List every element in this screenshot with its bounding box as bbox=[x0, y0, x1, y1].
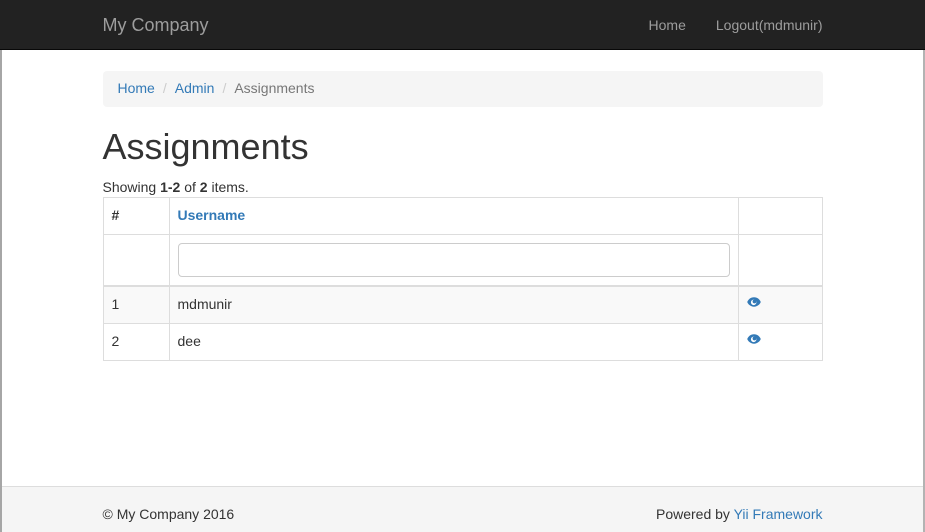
breadcrumb-admin-link[interactable]: Admin bbox=[175, 80, 215, 96]
column-header-actions bbox=[738, 197, 822, 234]
summary-of: of bbox=[180, 179, 199, 195]
powered-by-label: Powered by bbox=[656, 506, 734, 522]
footer: © My Company 2016 Powered by Yii Framewo… bbox=[0, 486, 925, 532]
row-username-cell: mdmunir bbox=[169, 286, 738, 323]
username-sort-link[interactable]: Username bbox=[178, 207, 246, 223]
navbar-nav: Home Logout(mdmunir) bbox=[634, 0, 823, 49]
table-row: 1 mdmunir bbox=[103, 286, 822, 323]
view-button[interactable] bbox=[747, 295, 761, 309]
yii-framework-link[interactable]: Yii Framework bbox=[734, 506, 823, 522]
row-actions-cell bbox=[738, 323, 822, 360]
table-filter-row bbox=[103, 234, 822, 286]
row-username-cell: dee bbox=[169, 323, 738, 360]
nav-home-link[interactable]: Home bbox=[634, 0, 701, 49]
breadcrumb-separator: / bbox=[214, 79, 234, 99]
breadcrumb: Home / Admin / Assignments bbox=[103, 71, 823, 107]
nav-logout-link[interactable]: Logout(mdmunir) bbox=[701, 0, 823, 49]
row-number-cell: 2 bbox=[103, 323, 169, 360]
summary-text: Showing 1-2 of 2 items. bbox=[103, 177, 823, 197]
eye-icon bbox=[747, 332, 761, 346]
summary-total: 2 bbox=[200, 179, 208, 195]
copyright-text: © My Company 2016 bbox=[103, 504, 235, 524]
main-content: Home / Admin / Assignments Assignments S… bbox=[0, 50, 925, 486]
breadcrumb-separator: / bbox=[155, 79, 175, 99]
row-actions-cell bbox=[738, 286, 822, 323]
view-button[interactable] bbox=[747, 332, 761, 346]
row-number-cell: 1 bbox=[103, 286, 169, 323]
summary-suffix: items. bbox=[208, 179, 249, 195]
summary-range: 1-2 bbox=[160, 179, 180, 195]
page-title: Assignments bbox=[103, 127, 823, 167]
table-row: 2 dee bbox=[103, 323, 822, 360]
filter-cell-username bbox=[169, 234, 738, 286]
filter-cell-empty bbox=[103, 234, 169, 286]
eye-icon bbox=[747, 295, 761, 309]
table-header-row: # Username bbox=[103, 197, 822, 234]
brand-link[interactable]: My Company bbox=[103, 0, 224, 49]
navbar: My Company Home Logout(mdmunir) bbox=[0, 0, 925, 50]
column-header-username: Username bbox=[169, 197, 738, 234]
powered-by-text: Powered by Yii Framework bbox=[656, 504, 823, 524]
username-filter-input[interactable] bbox=[178, 243, 730, 277]
assignments-table: # Username 1 mdmunir bbox=[103, 197, 823, 361]
column-header-number: # bbox=[103, 197, 169, 234]
filter-cell-empty bbox=[738, 234, 822, 286]
breadcrumb-current: Assignments bbox=[234, 79, 314, 99]
summary-prefix: Showing bbox=[103, 179, 161, 195]
breadcrumb-home-link[interactable]: Home bbox=[118, 80, 155, 96]
